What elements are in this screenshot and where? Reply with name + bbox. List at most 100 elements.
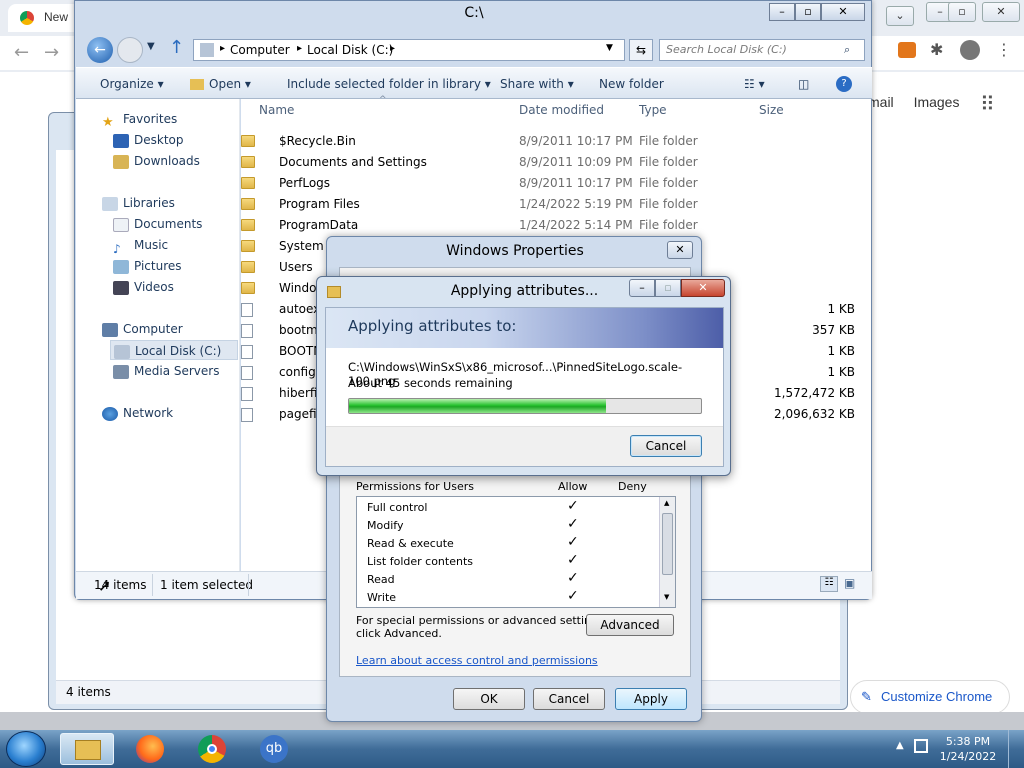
file-date: 1/24/2022 5:14 PM <box>519 218 633 232</box>
permissions-scrollbar[interactable]: ▲ ▼ <box>659 497 675 607</box>
breadcrumb-local-disk[interactable]: Local Disk (C:) <box>307 43 393 57</box>
allow-checkmark-icon: ✓ <box>567 498 579 514</box>
table-row[interactable]: ProgramData 1/24/2022 5:14 PM File folder <box>241 215 841 236</box>
customize-chrome-label: Customize Chrome <box>881 689 993 704</box>
taskbar-chrome[interactable] <box>186 733 240 765</box>
refresh-icon[interactable]: ⇆ <box>629 39 653 61</box>
star-icon: ★ <box>102 114 114 130</box>
change-view-icon[interactable]: ☷ ▾ <box>744 68 765 100</box>
nav-pictures[interactable]: Pictures <box>113 256 182 276</box>
taskbar-firefox[interactable] <box>124 733 178 765</box>
file-name: Users <box>279 260 313 274</box>
learn-permissions-link[interactable]: Learn about access control and permissio… <box>356 654 598 667</box>
cancel-button[interactable]: Cancel <box>533 688 605 710</box>
nav-network[interactable]: Network <box>102 403 173 423</box>
back-arrow-icon[interactable]: ← <box>87 37 113 63</box>
back-arrow-icon[interactable]: ← <box>14 42 29 63</box>
scroll-up-icon[interactable]: ▲ <box>664 499 669 507</box>
close-icon[interactable]: ✕ <box>667 241 693 259</box>
allow-checkmark-icon: ✓ <box>567 534 579 550</box>
up-arrow-icon[interactable]: ↑ <box>169 37 184 58</box>
taskbar-explorer[interactable] <box>60 733 114 765</box>
file-size: 357 KB <box>812 323 855 337</box>
close-icon[interactable]: ✕ <box>681 279 725 297</box>
table-row[interactable]: PerfLogs 8/9/2011 10:17 PM File folder <box>241 173 841 194</box>
scroll-down-icon[interactable]: ▼ <box>664 593 669 601</box>
table-row[interactable]: Documents and Settings 8/9/2011 10:09 PM F… <box>241 152 841 173</box>
chrome-tab-search-icon[interactable]: ⌄ <box>886 6 914 26</box>
permissions-header: Permissions for Users <box>356 480 474 493</box>
forward-arrow-icon[interactable] <box>117 37 143 63</box>
apps-grid-icon[interactable]: ⠿ <box>980 92 995 116</box>
minimize-icon[interactable]: – <box>769 3 795 21</box>
folder-icon <box>75 740 101 760</box>
show-desktop-button[interactable] <box>1008 730 1024 768</box>
address-box[interactable]: ▸ Computer ▸ Local Disk (C:) ▸ ▼ <box>193 39 625 61</box>
preview-pane-icon[interactable]: ◫ <box>798 68 809 100</box>
maximize-icon[interactable]: ▫ <box>795 3 821 21</box>
nav-favorites-label: Favorites <box>123 112 178 126</box>
details-view-icon[interactable]: ☷ <box>820 576 838 592</box>
network-icon <box>102 406 118 421</box>
nav-desktop[interactable]: Desktop <box>113 130 184 150</box>
ok-button[interactable]: OK <box>453 688 525 710</box>
status-divider <box>248 574 249 596</box>
permission-name: Read & execute <box>367 537 454 550</box>
nav-videos[interactable]: Videos <box>113 277 174 297</box>
nav-downloads[interactable]: Downloads <box>113 151 200 171</box>
address-dropdown-icon[interactable]: ▼ <box>606 43 613 53</box>
computer-icon <box>102 322 118 337</box>
metamask-icon[interactable] <box>898 42 916 58</box>
search-icon[interactable]: ⌕ <box>844 40 850 60</box>
images-link[interactable]: Images <box>914 94 960 110</box>
organize-button[interactable]: Organize ▾ <box>100 68 164 100</box>
recent-pages-chevron-icon[interactable]: ▼ <box>147 41 155 52</box>
column-header-name[interactable]: Name <box>259 103 294 123</box>
nav-music[interactable]: ♪ Music <box>113 235 168 256</box>
table-row[interactable]: Program Files 1/24/2022 5:19 PM File folde… <box>241 194 841 215</box>
applying-attributes-dialog: Applying attributes... – ▫ ✕ Applying at… <box>316 276 731 476</box>
show-hidden-icons-icon[interactable]: ▲ <box>896 740 904 751</box>
nav-media-servers[interactable]: Media Servers <box>113 361 219 381</box>
column-header-size[interactable]: Size <box>759 103 784 123</box>
start-button[interactable] <box>6 731 46 767</box>
permissions-list: Full control ✓ Modify ✓ Read & execute ✓ List … <box>356 496 676 608</box>
file-date: 8/9/2011 10:09 PM <box>519 155 633 169</box>
minimize-icon[interactable]: – <box>629 279 655 297</box>
nav-documents[interactable]: Documents <box>113 214 202 234</box>
include-in-library-button[interactable]: Include selected folder in library ▾ <box>287 68 491 100</box>
cancel-button[interactable]: Cancel <box>630 435 702 457</box>
new-folder-button[interactable]: New folder <box>599 68 664 100</box>
close-icon[interactable]: ✕ <box>821 3 865 21</box>
firefox-icon <box>136 735 164 763</box>
taskbar-qbittorrent[interactable]: qb <box>248 733 302 765</box>
forward-arrow-icon[interactable]: → <box>44 42 59 63</box>
help-icon[interactable]: ? <box>836 76 852 92</box>
large-icons-view-icon[interactable]: ▣ <box>844 576 860 592</box>
table-row[interactable]: $Recycle.Bin 8/9/2011 10:17 PM File folder <box>241 131 841 152</box>
nav-favorites[interactable]: ★ Favorites <box>102 109 178 130</box>
column-header-type[interactable]: Type <box>639 103 667 123</box>
chrome-menu-icon[interactable]: ⋮ <box>996 40 1012 59</box>
extensions-icon[interactable]: ✱ <box>930 40 943 59</box>
customize-chrome-button[interactable]: ✎ Customize Chrome <box>850 680 1010 714</box>
status-selection: 1 item selected <box>160 578 254 592</box>
nav-computer[interactable]: Computer <box>102 319 183 339</box>
applying-heading: Applying attributes to: <box>348 317 517 335</box>
apply-button[interactable]: Apply <box>615 688 687 710</box>
search-input[interactable]: Search Local Disk (C:) ⌕ <box>659 39 865 61</box>
profile-avatar[interactable] <box>960 40 980 60</box>
scroll-thumb[interactable] <box>662 513 673 575</box>
nav-local-disk[interactable]: Local Disk (C:) <box>110 340 238 360</box>
advanced-button[interactable]: Advanced <box>586 614 674 636</box>
close-icon[interactable]: ✕ <box>982 2 1020 22</box>
nav-libraries[interactable]: Libraries <box>102 193 175 213</box>
nav-network-label: Network <box>123 406 174 420</box>
column-header-date[interactable]: Date modified <box>519 103 604 123</box>
breadcrumb-computer[interactable]: Computer <box>230 43 290 57</box>
share-with-button[interactable]: Share with ▾ <box>500 68 574 100</box>
clock[interactable]: 5:38 PM 1/24/2022 <box>938 734 998 764</box>
open-button[interactable]: Open ▾ <box>190 68 251 100</box>
maximize-icon[interactable]: ▫ <box>948 2 976 22</box>
network-tray-icon[interactable] <box>914 739 928 753</box>
